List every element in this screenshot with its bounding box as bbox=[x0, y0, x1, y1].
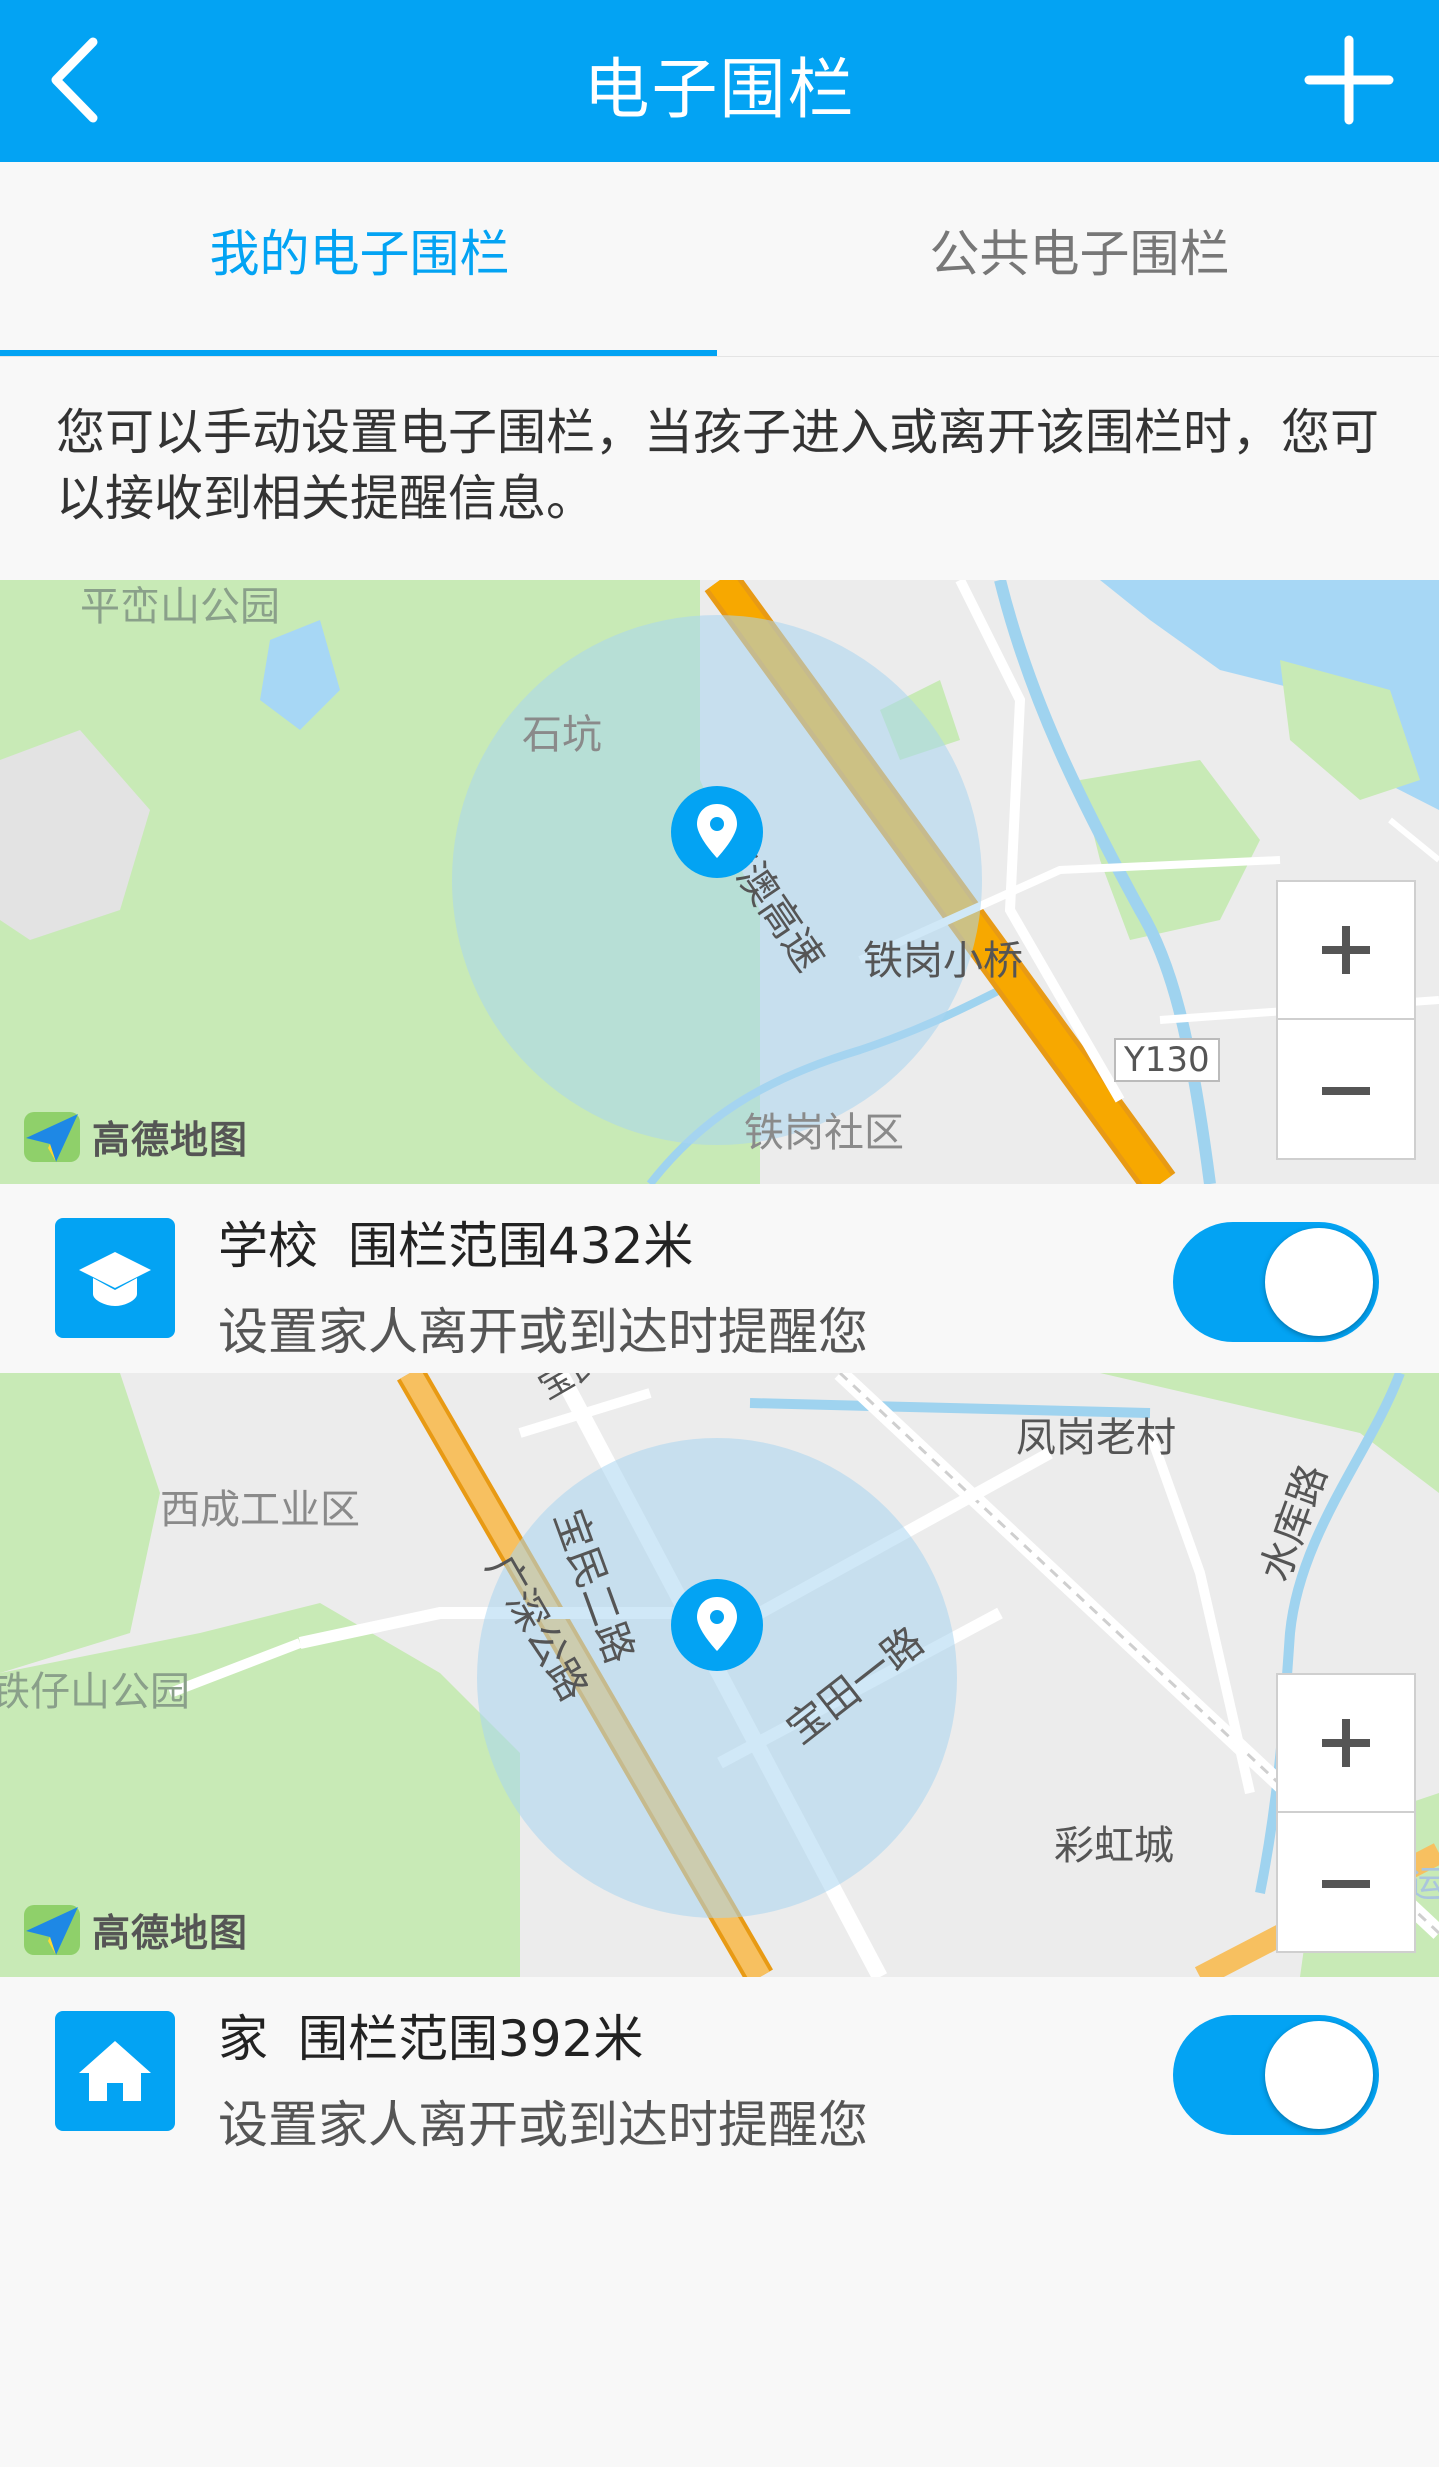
minus-icon bbox=[1322, 1087, 1370, 1095]
map-label: 平峦山公园 bbox=[80, 584, 280, 630]
map-label: 铁岗社区 bbox=[744, 1110, 904, 1156]
plus-icon bbox=[1304, 35, 1394, 125]
amap-logo-text: 高德地图 bbox=[92, 1910, 249, 1955]
tab-bar: 我的电子围栏 公共电子围栏 bbox=[0, 162, 1439, 357]
home-icon bbox=[79, 2041, 151, 2101]
fence-title: 家围栏范围392米 bbox=[218, 1999, 643, 2071]
location-pin-icon bbox=[669, 784, 765, 880]
plus-icon bbox=[1322, 1719, 1370, 1767]
map-label: 彩虹城 bbox=[1054, 1823, 1174, 1869]
add-fence-button[interactable] bbox=[1299, 30, 1399, 130]
app-header: 电子围栏 bbox=[0, 0, 1439, 162]
fence-map-home[interactable]: 西成工业区 宝民二路 宝田一路 凤岗老村 水库路 彩虹城 铁仔山公园 宝安客运中… bbox=[0, 1373, 1439, 1977]
fence-type-badge bbox=[55, 2011, 175, 2131]
map-label: Y130 bbox=[1114, 1038, 1220, 1082]
map-background bbox=[0, 580, 1439, 1184]
graduation-cap-icon bbox=[79, 1252, 151, 1306]
zoom-out-button[interactable] bbox=[1278, 1815, 1414, 1953]
plus-icon bbox=[1322, 926, 1370, 974]
description-text: 您可以手动设置电子围栏，当孩子进入或离开该围栏时，您可以接收到相关提醒信息。 bbox=[56, 404, 1380, 527]
amap-logo-text: 高德地图 bbox=[92, 1117, 249, 1162]
map-label: 石坑 bbox=[522, 712, 602, 758]
map-label: 铁仔山公园 bbox=[0, 1669, 190, 1715]
zoom-in-button[interactable] bbox=[1278, 882, 1414, 1020]
location-pin-icon bbox=[669, 1577, 765, 1673]
amap-logo-icon bbox=[24, 1905, 80, 1955]
map-zoom-controls bbox=[1276, 880, 1416, 1160]
minus-icon bbox=[1322, 1880, 1370, 1888]
page-title: 电子围栏 bbox=[583, 51, 856, 128]
fence-name: 学校 bbox=[218, 1217, 318, 1275]
amap-logo: 高德地图 bbox=[20, 1102, 280, 1170]
map-background bbox=[0, 1373, 1439, 1977]
zoom-in-button[interactable] bbox=[1278, 1675, 1414, 1813]
fence-toggle[interactable] bbox=[1173, 1222, 1379, 1342]
fence-type-badge bbox=[55, 1218, 175, 1338]
fence-map-school[interactable]: 平峦山公园 石坑 京港澳高速 铁岗小桥 Y130 铁岗社区 高德地图 bbox=[0, 580, 1439, 1184]
fence-toggle[interactable] bbox=[1173, 2015, 1379, 2135]
map-zoom-controls bbox=[1276, 1673, 1416, 1953]
fence-name: 家 bbox=[218, 2010, 268, 2068]
fence-title: 学校 围栏范围432米 bbox=[218, 1206, 693, 1278]
amap-logo-icon bbox=[24, 1112, 80, 1162]
map-label: 凤岗老村 bbox=[1016, 1415, 1176, 1461]
zoom-out-button[interactable] bbox=[1278, 1022, 1414, 1160]
toggle-knob bbox=[1265, 1228, 1373, 1336]
amap-logo: 高德地图 bbox=[20, 1895, 280, 1963]
tab-public-fences[interactable]: 公共电子围栏 bbox=[720, 154, 1439, 349]
tab-my-fences[interactable]: 我的电子围栏 bbox=[0, 154, 719, 349]
map-label: 西成工业区 bbox=[160, 1487, 360, 1533]
fence-range: 围栏范围392米 bbox=[298, 2010, 644, 2068]
toggle-knob bbox=[1265, 2021, 1373, 2129]
fence-item-home[interactable]: 家围栏范围392米 设置家人离开或到达时提醒您 bbox=[0, 1977, 1439, 2167]
fence-subtitle: 设置家人离开或到达时提醒您 bbox=[218, 1303, 868, 1361]
map-label: 铁岗小桥 bbox=[863, 938, 1023, 984]
fence-range: 围栏范围432米 bbox=[348, 1217, 694, 1275]
fence-item-school[interactable]: 学校 围栏范围432米 设置家人离开或到达时提醒您 bbox=[0, 1184, 1439, 1374]
fence-subtitle: 设置家人离开或到达时提醒您 bbox=[218, 2096, 868, 2154]
tabs-divider bbox=[0, 356, 1439, 357]
